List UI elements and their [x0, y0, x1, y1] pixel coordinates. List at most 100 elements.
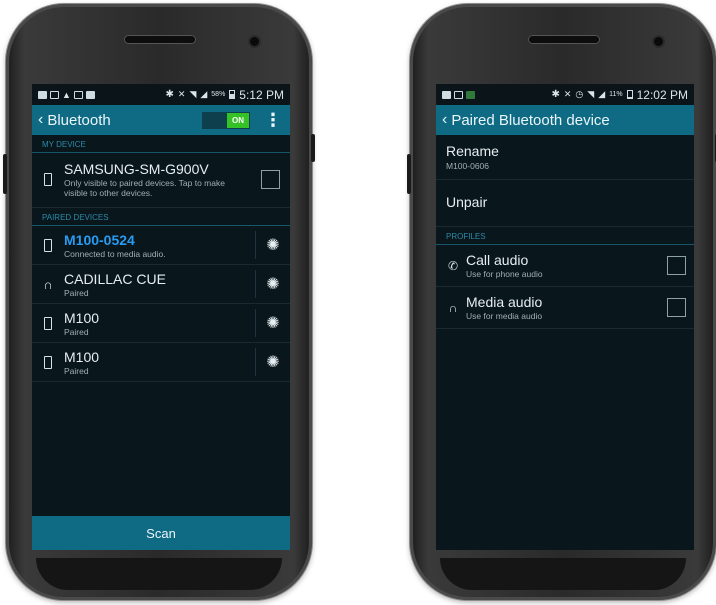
- wifi-icon: ◥: [587, 89, 595, 99]
- gear-icon[interactable]: ✺: [264, 313, 282, 333]
- paired-device-item[interactable]: M100-0524 Connected to media audio. ✺: [32, 226, 290, 265]
- bluetooth-screen: ▲ ✱ ✕ ◥ ◢ 58% 5:12 PM ‹ Bluetooth ON ⋮ M…: [32, 84, 290, 550]
- bluetooth-icon: ✱: [551, 89, 560, 100]
- paired-device-item[interactable]: M100 Paired ✺: [32, 304, 290, 343]
- profile-title: Call audio: [466, 252, 529, 268]
- front-camera: [654, 37, 663, 46]
- paired-device-name: M100-0524: [64, 231, 135, 248]
- profile-text: Call audio Use for phone audio: [466, 252, 667, 279]
- unpair-item[interactable]: Unpair: [436, 180, 694, 227]
- paired-device-text: CADILLAC CUE Paired: [64, 271, 247, 298]
- phone-icon: [44, 355, 52, 369]
- item-divider: [255, 231, 256, 259]
- battery-percent: 11%: [609, 91, 623, 98]
- my-device-subtitle: Only visible to paired devices. Tap to m…: [64, 178, 225, 198]
- power-button: [311, 134, 315, 162]
- bluetooth-toggle[interactable]: ON: [202, 111, 250, 129]
- bluetooth-icon: ✱: [165, 89, 174, 100]
- bottom-bezel: [440, 558, 686, 590]
- battery-icon: [229, 90, 236, 99]
- notification-icon: [50, 90, 59, 99]
- paired-device-name: CADILLAC CUE: [64, 270, 166, 287]
- profile-item-call-audio[interactable]: ✆ Call audio Use for phone audio: [436, 245, 694, 287]
- paired-device-status: Paired: [64, 365, 89, 376]
- volume-button: [407, 154, 411, 194]
- mute-icon: ✕: [177, 89, 186, 99]
- device-name-value: M100-0606: [446, 161, 490, 171]
- left-phone: ▲ ✱ ✕ ◥ ◢ 58% 5:12 PM ‹ Bluetooth ON ⋮ M…: [3, 4, 315, 600]
- alarm-icon: ◷: [575, 89, 584, 99]
- chevron-left-icon[interactable]: ‹: [38, 111, 43, 129]
- item-divider: [255, 348, 256, 376]
- visibility-checkbox[interactable]: [261, 170, 280, 189]
- paired-device-item[interactable]: M100 Paired ✺: [32, 343, 290, 382]
- rename-label: Rename: [446, 143, 499, 159]
- phone-call-icon: ✆: [447, 258, 459, 273]
- chevron-left-icon[interactable]: ‹: [442, 111, 447, 129]
- section-header-paired-devices: PAIRED DEVICES: [32, 208, 290, 226]
- paired-device-status: Connected to media audio.: [64, 248, 166, 259]
- app-icon: [466, 90, 475, 99]
- earpiece-speaker: [124, 35, 196, 44]
- unpair-label: Unpair: [446, 194, 488, 210]
- email-icon: [85, 90, 95, 99]
- overflow-menu-icon[interactable]: ⋮: [262, 111, 284, 129]
- earpiece-speaker: [528, 35, 600, 44]
- action-bar: ‹ Paired Bluetooth device: [436, 105, 694, 135]
- profile-subtitle: Use for media audio: [466, 311, 543, 321]
- profile-item-media-audio[interactable]: ∩ Media audio Use for media audio: [436, 287, 694, 329]
- front-camera: [250, 37, 259, 46]
- gear-icon[interactable]: ✺: [264, 274, 282, 294]
- item-divider: [255, 270, 256, 298]
- phone-icon: [44, 316, 52, 330]
- my-device-item[interactable]: SAMSUNG-SM-G900V Only visible to paired …: [32, 153, 290, 208]
- status-indicators: ✱ ✕ ◷ ◥ ◢ 11% 12:02 PM: [551, 88, 688, 102]
- media-audio-checkbox[interactable]: [667, 298, 686, 317]
- headphones-icon: ∩: [448, 300, 458, 315]
- notification-icon: [442, 90, 451, 99]
- status-bar: ✱ ✕ ◷ ◥ ◢ 11% 12:02 PM: [436, 84, 694, 105]
- profile-subtitle: Use for phone audio: [466, 269, 543, 279]
- profile-title: Media audio: [466, 294, 543, 310]
- image-icon: [73, 90, 83, 99]
- notification-icons: [442, 90, 551, 99]
- my-device-name: SAMSUNG-SM-G900V: [64, 161, 209, 177]
- item-divider: [255, 309, 256, 337]
- clock: 12:02 PM: [636, 87, 688, 102]
- signal-icon: ◢: [200, 89, 208, 99]
- mute-icon: ✕: [563, 89, 572, 99]
- gear-icon[interactable]: ✺: [264, 352, 282, 372]
- scan-button[interactable]: Scan: [32, 516, 290, 550]
- page-title[interactable]: Bluetooth: [47, 112, 202, 129]
- call-audio-checkbox[interactable]: [667, 256, 686, 275]
- bottom-bezel: [36, 558, 282, 590]
- action-bar: ‹ Bluetooth ON ⋮: [32, 105, 290, 135]
- notification-icon: [454, 90, 463, 99]
- battery-percent: 58%: [211, 91, 226, 98]
- page-title[interactable]: Paired Bluetooth device: [451, 112, 688, 129]
- toggle-on-label: ON: [227, 112, 249, 128]
- right-phone: ✱ ✕ ◷ ◥ ◢ 11% 12:02 PM ‹ Paired Bluetoot…: [407, 4, 716, 600]
- my-device-text: SAMSUNG-SM-G900V Only visible to paired …: [64, 161, 261, 198]
- section-header-profiles: PROFILES: [436, 227, 694, 245]
- paired-device-text: M100 Paired: [64, 310, 247, 337]
- section-header-my-device: MY DEVICE: [32, 135, 290, 153]
- rename-item[interactable]: Rename M100-0606: [436, 135, 694, 180]
- warning-icon: ▲: [62, 89, 71, 100]
- phone-icon: [44, 173, 52, 186]
- notification-icons: ▲: [38, 90, 166, 100]
- status-bar: ▲ ✱ ✕ ◥ ◢ 58% 5:12 PM: [32, 84, 290, 105]
- headphones-icon: ∩: [43, 276, 53, 292]
- clock: 5:12 PM: [239, 87, 284, 102]
- paired-device-screen: ✱ ✕ ◷ ◥ ◢ 11% 12:02 PM ‹ Paired Bluetoot…: [436, 84, 694, 550]
- gear-icon[interactable]: ✺: [264, 235, 282, 255]
- status-indicators: ✱ ✕ ◥ ◢ 58% 5:12 PM: [166, 88, 285, 102]
- paired-device-item[interactable]: ∩ CADILLAC CUE Paired ✺: [32, 265, 290, 304]
- paired-device-name: M100: [64, 348, 100, 365]
- paired-device-status: Paired: [64, 287, 89, 298]
- notification-icon: [38, 90, 47, 99]
- battery-icon: [626, 90, 633, 99]
- profile-text: Media audio Use for media audio: [466, 294, 667, 321]
- paired-device-text: M100-0524 Connected to media audio.: [64, 232, 247, 259]
- signal-icon: ◢: [598, 89, 606, 99]
